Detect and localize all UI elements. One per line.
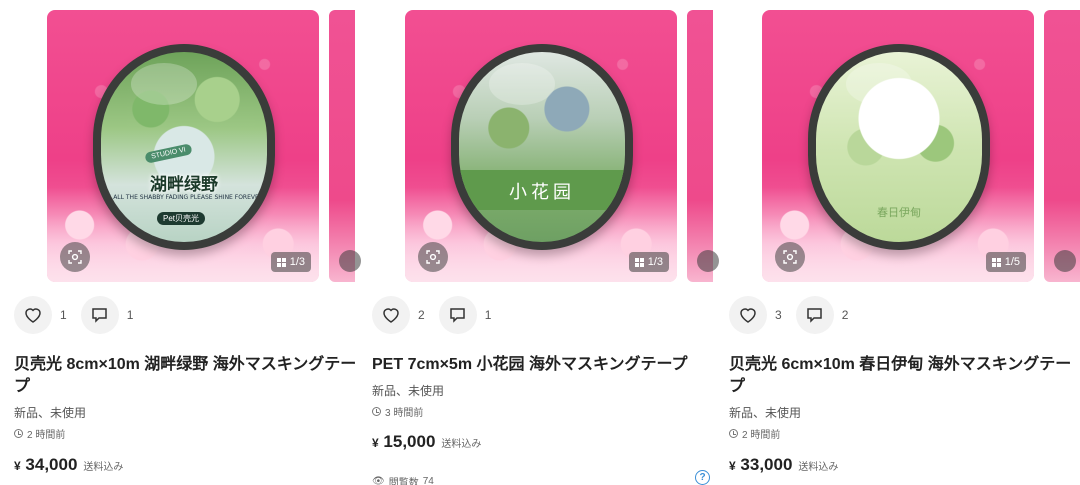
tape-subtitle: IN ALL THE SHABBY FADING PLEASE SHINE FO… bbox=[105, 194, 263, 201]
posted-time: 3 時間前 bbox=[372, 404, 423, 419]
scan-icon[interactable] bbox=[775, 242, 805, 272]
product-title[interactable]: PET 7cm×5m 小花园 海外マスキングテープ bbox=[372, 354, 717, 376]
shipping-label: 送料込み bbox=[441, 439, 482, 450]
action-bar: 1 1 bbox=[14, 296, 147, 334]
like-button[interactable] bbox=[14, 296, 52, 334]
like-button[interactable] bbox=[729, 296, 767, 334]
comment-count: 1 bbox=[126, 308, 134, 322]
product-image[interactable]: 小花园 1/3 bbox=[405, 10, 677, 282]
image-counter: 1/5 bbox=[985, 252, 1026, 272]
like-count: 1 bbox=[60, 308, 67, 322]
posted-time: 2 時間前 bbox=[14, 426, 65, 441]
clock-icon bbox=[729, 429, 738, 438]
product-card[interactable]: 小花园 1/3 2 1 PET 7cm×5m 小花园 海外マスキングテープ 新品… bbox=[372, 0, 750, 485]
action-bar: 3 2 bbox=[729, 296, 862, 334]
product-title[interactable]: 贝壳光 8cm×10m 湖畔绿野 海外マスキングテープ bbox=[14, 354, 359, 398]
product-condition: 新品、未使用 bbox=[372, 384, 445, 398]
comment-icon bbox=[92, 308, 107, 323]
product-title[interactable]: 贝壳光 6cm×10m 春日伊甸 海外マスキングテープ bbox=[729, 354, 1074, 398]
tape-roll: STUDIO VI 湖畔绿野 IN ALL THE SHABBY FADING … bbox=[93, 44, 275, 250]
tape-artwork: 小花园 bbox=[459, 52, 625, 242]
grid-icon bbox=[634, 257, 644, 267]
product-price: ¥ 33,000 送料込み bbox=[729, 455, 839, 474]
tape-title: 春日伊甸 bbox=[877, 206, 921, 219]
comment-count: 1 bbox=[484, 308, 492, 322]
comment-count: 2 bbox=[841, 308, 849, 322]
tape-roll: 小花园 bbox=[451, 44, 633, 250]
like-button[interactable] bbox=[372, 296, 410, 334]
like-count: 3 bbox=[775, 308, 782, 322]
comment-icon bbox=[807, 308, 822, 323]
product-price: ¥ 34,000 送料込み bbox=[14, 455, 124, 474]
product-condition: 新品、未使用 bbox=[729, 406, 802, 420]
comment-button[interactable] bbox=[795, 296, 834, 334]
grid-icon bbox=[991, 257, 1001, 267]
question-icon[interactable]: ? bbox=[695, 470, 710, 485]
next-image-peek[interactable] bbox=[329, 10, 361, 282]
product-card[interactable]: STUDIO VI 湖畔绿野 IN ALL THE SHABBY FADING … bbox=[14, 0, 392, 485]
action-bar: 2 1 bbox=[372, 296, 505, 334]
comment-button[interactable] bbox=[80, 296, 119, 334]
grid-icon bbox=[276, 257, 286, 267]
tape-title: 湖畔绿野 bbox=[150, 175, 218, 195]
comment-button[interactable] bbox=[438, 296, 477, 334]
image-counter: 1/3 bbox=[270, 252, 311, 272]
heart-icon bbox=[25, 308, 41, 323]
product-price: ¥ 15,000 送料込み bbox=[372, 432, 482, 451]
next-image-peek[interactable] bbox=[687, 10, 719, 282]
tape-brand: STUDIO VI bbox=[144, 143, 193, 164]
view-count: 👁 閲覧数 74 bbox=[372, 476, 434, 485]
scan-icon[interactable] bbox=[418, 242, 448, 272]
comment-icon bbox=[450, 308, 465, 323]
tape-roll: 春日伊甸 bbox=[808, 44, 990, 250]
clock-icon bbox=[14, 429, 23, 438]
scan-icon[interactable] bbox=[60, 242, 90, 272]
shipping-label: 送料込み bbox=[83, 462, 124, 473]
like-count: 2 bbox=[418, 308, 425, 322]
product-card[interactable]: 春日伊甸 1/5 3 2 贝壳光 6cm×10m 春日伊甸 海外マスキングテープ… bbox=[729, 0, 1080, 485]
tape-badge: Pet贝壳光 bbox=[157, 212, 206, 225]
tape-title: 小花园 bbox=[509, 182, 575, 203]
product-image[interactable]: 春日伊甸 1/5 bbox=[762, 10, 1034, 282]
next-image-peek[interactable] bbox=[1044, 10, 1080, 282]
image-counter: 1/3 bbox=[628, 252, 669, 272]
heart-icon bbox=[740, 308, 756, 323]
heart-icon bbox=[383, 308, 399, 323]
tape-artwork: 春日伊甸 bbox=[816, 52, 982, 242]
eye-icon: 👁 bbox=[372, 476, 385, 485]
tape-artwork: STUDIO VI 湖畔绿野 IN ALL THE SHABBY FADING … bbox=[101, 52, 267, 242]
clock-icon bbox=[372, 407, 381, 416]
product-image[interactable]: STUDIO VI 湖畔绿野 IN ALL THE SHABBY FADING … bbox=[47, 10, 319, 282]
product-condition: 新品、未使用 bbox=[14, 406, 87, 420]
posted-time: 2 時間前 bbox=[729, 426, 780, 441]
shipping-label: 送料込み bbox=[798, 462, 839, 473]
